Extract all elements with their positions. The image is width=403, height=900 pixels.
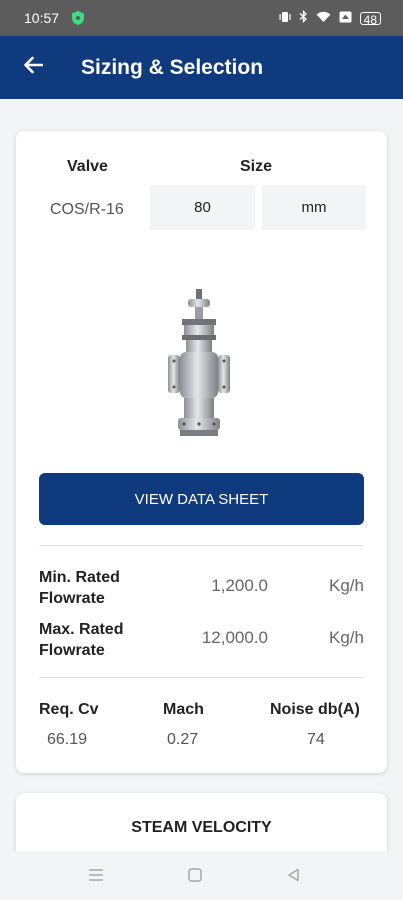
menu-icon[interactable] bbox=[88, 867, 104, 888]
req-cv-value: 66.19 bbox=[47, 731, 88, 748]
min-rated-flowrate-value: 1,200.0 bbox=[211, 576, 268, 595]
max-rated-label-line1: Max. Rated bbox=[39, 621, 124, 638]
noise-value: 74 bbox=[307, 731, 325, 748]
steam-velocity-title: STEAM VELOCITY bbox=[131, 819, 272, 836]
min-rated-label-line2: Flowrate bbox=[39, 590, 105, 607]
min-rated-flowrate-label: Min. Rated Flowrate bbox=[39, 567, 149, 609]
status-bar: 10:57 48 bbox=[0, 0, 403, 36]
wifi-icon bbox=[316, 11, 331, 26]
sim-icon bbox=[339, 11, 352, 26]
max-rated-flowrate-value: 12,000.0 bbox=[201, 628, 268, 647]
size-header: Size bbox=[240, 158, 273, 175]
mach-value: 0.27 bbox=[167, 731, 199, 748]
bluetooth-icon bbox=[299, 9, 308, 26]
home-icon[interactable] bbox=[187, 867, 203, 888]
divider bbox=[39, 545, 364, 546]
valve-model-value: COS/R-16 bbox=[50, 201, 124, 218]
app-bar: Sizing & Selection bbox=[0, 36, 403, 99]
page-title: Sizing & Selection bbox=[81, 56, 264, 79]
max-rated-flowrate-unit: Kg/h bbox=[329, 628, 364, 647]
arrow-back-icon bbox=[23, 56, 44, 79]
back-triangle-icon[interactable] bbox=[286, 867, 302, 888]
min-rated-flowrate-unit: Kg/h bbox=[329, 576, 364, 595]
divider bbox=[39, 677, 364, 678]
max-rated-label-line2: Flowrate bbox=[39, 642, 105, 659]
noise-label: Noise db(A) bbox=[270, 701, 360, 718]
req-cv-label: Req. Cv bbox=[39, 701, 99, 718]
sizing-card: Valve Size COS/R-16 80 mm VIEW DATA SHEE… bbox=[16, 131, 387, 773]
status-time: 10:57 bbox=[24, 10, 60, 26]
size-value-field[interactable]: 80 bbox=[150, 185, 255, 230]
max-rated-flowrate-label: Max. Rated Flowrate bbox=[39, 619, 149, 661]
valve-header: Valve bbox=[67, 158, 108, 175]
min-rated-label-line1: Min. Rated bbox=[39, 569, 120, 586]
vibrate-icon bbox=[279, 11, 291, 26]
view-data-sheet-button[interactable]: VIEW DATA SHEET bbox=[39, 473, 364, 525]
battery-icon: 48 bbox=[359, 11, 381, 27]
size-unit-field[interactable]: mm bbox=[262, 185, 366, 230]
back-button[interactable] bbox=[18, 52, 48, 82]
shield-icon bbox=[72, 11, 84, 30]
pressure-reducing-valve-image bbox=[166, 289, 232, 441]
mach-label: Mach bbox=[163, 701, 204, 718]
status-icons: 48 bbox=[279, 9, 381, 27]
system-nav-bar bbox=[0, 851, 403, 900]
